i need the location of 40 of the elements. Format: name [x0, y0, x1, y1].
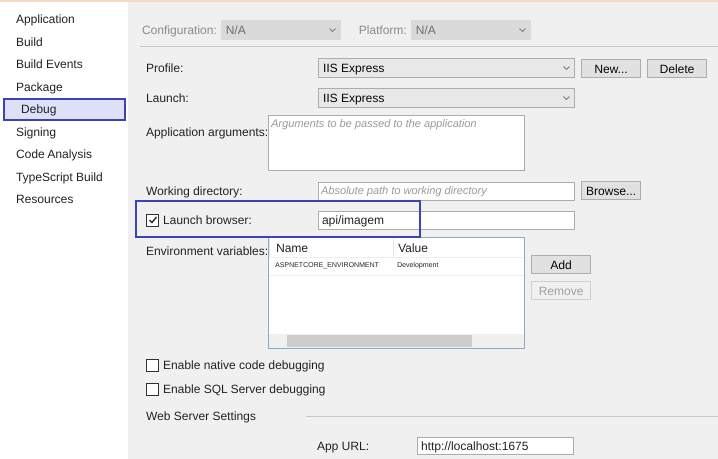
scrollbar[interactable] — [269, 334, 524, 348]
field-label: Profile: — [146, 60, 184, 77]
field-label: Launch: — [146, 90, 190, 107]
button[interactable]: Add — [531, 255, 592, 274]
checkbox[interactable] — [146, 382, 159, 396]
arguments-field[interactable]: Arguments to be passed to the application — [268, 115, 526, 171]
launch-url-field[interactable]: api/imagem — [318, 210, 575, 230]
column-header[interactable]: Value — [393, 238, 524, 256]
profile-dropdown[interactable]: IIS Express — [318, 58, 575, 78]
checkbox[interactable] — [146, 214, 159, 226]
sidebar-item[interactable]: Application — [0, 8, 128, 30]
sidebar-item[interactable]: Debug — [3, 98, 126, 120]
checkbox-label: Enable native code debugging — [163, 357, 324, 374]
field-label: Environment variables: — [146, 244, 268, 258]
launch-dropdown[interactable]: IIS Express — [318, 88, 575, 108]
button[interactable]: Browse... — [581, 181, 641, 200]
field-label: Working directory: — [146, 183, 244, 200]
field-label: Configuration: — [142, 22, 217, 39]
sidebar-item[interactable]: Signing — [0, 120, 128, 143]
field-label: Platform: — [358, 22, 407, 39]
chevron-icon — [328, 28, 336, 32]
app-url-field[interactable]: http://localhost:1675 — [417, 437, 574, 455]
sidebar-item[interactable]: Resources — [0, 188, 128, 210]
chevron-icon — [563, 66, 570, 70]
sidebar-item[interactable]: TypeScript Build — [0, 166, 128, 188]
field-label: Application arguments: — [146, 125, 268, 139]
field-label: App URL: — [317, 438, 370, 455]
chevron-icon — [518, 28, 526, 32]
sidebar-item[interactable]: Package — [0, 76, 128, 98]
button[interactable]: Delete — [647, 58, 707, 78]
button[interactable]: New... — [581, 58, 641, 78]
checkbox-label: Launch browser: — [163, 212, 252, 229]
checkbox-label: Enable SQL Server debugging — [163, 381, 326, 398]
sidebar-item[interactable]: Build — [0, 30, 128, 53]
sidebar-item[interactable]: Build Events — [0, 53, 128, 76]
chevron-icon — [563, 96, 570, 100]
sidebar-item[interactable]: Code Analysis — [0, 143, 128, 166]
column-header[interactable]: Name — [269, 238, 394, 256]
checkbox[interactable] — [146, 358, 159, 372]
section-title: Web Server Settings — [146, 408, 257, 425]
